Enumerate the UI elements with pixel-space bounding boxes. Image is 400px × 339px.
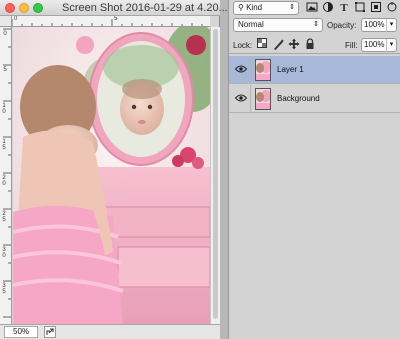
chevron-updown-icon: ⇕ — [313, 21, 319, 28]
photo-toddler-vanity — [13, 27, 210, 324]
horizontal-ruler[interactable]: 0 5 — [12, 16, 210, 27]
layer-filter-row: ⚲ Kind ⇕ T — [229, 0, 400, 16]
zoom-window-button[interactable] — [33, 3, 43, 13]
layer-thumbnail — [255, 88, 271, 110]
shape-filter-icon[interactable] — [353, 1, 367, 15]
layer-thumbnail — [255, 59, 271, 81]
image-canvas[interactable] — [13, 27, 210, 324]
fill-field[interactable]: 100% ▾ — [361, 38, 397, 53]
document-window: Screen Shot 2016-01-29 at 4.20... 0 5 0 … — [0, 0, 228, 339]
visibility-toggle[interactable] — [229, 85, 251, 113]
blend-mode-value: Normal — [238, 20, 264, 29]
lock-label: Lock: — [233, 41, 253, 50]
ruler-left-label: 2 0 — [2, 175, 6, 187]
layer-row-layer-1[interactable]: Layer 1 — [229, 56, 400, 84]
eye-icon — [235, 94, 247, 102]
chevron-down-icon[interactable]: ▾ — [386, 39, 396, 53]
opacity-field[interactable]: 100% ▾ — [361, 18, 397, 33]
eye-icon — [235, 65, 247, 73]
layer-kind-filter-label: Kind — [246, 3, 263, 12]
ruler-top-label: 5 — [114, 16, 118, 22]
ruler-top-label: 0 — [14, 16, 18, 22]
opacity-value: 100% — [364, 20, 385, 29]
lock-fill-row: Lock: Fill: 100% ▾ — [229, 36, 400, 54]
ruler-left-label: 2 5 — [2, 211, 6, 223]
lock-all-icon[interactable] — [303, 38, 317, 52]
document-title: Screen Shot 2016-01-29 at 4.20... — [62, 2, 228, 14]
document-statusbar: 50% — [0, 324, 220, 339]
adjustment-filter-icon[interactable] — [321, 1, 335, 15]
image-filter-icon[interactable] — [305, 1, 319, 15]
ruler-left-label: 1 0 — [2, 103, 6, 115]
ruler-left-label: 5 — [3, 67, 7, 73]
lock-image-pixels-icon[interactable] — [271, 38, 285, 52]
fill-label: Fill: — [345, 41, 358, 50]
fill-value: 100% — [364, 40, 385, 49]
blend-opacity-row: Normal ⇕ Opacity: 100% ▾ — [229, 17, 400, 35]
lock-transparent-pixels-icon[interactable] — [255, 38, 269, 52]
chevron-updown-icon: ⇕ — [289, 4, 295, 11]
close-window-button[interactable] — [5, 3, 15, 13]
filter-toggle-icon[interactable] — [385, 1, 399, 15]
visibility-toggle[interactable] — [229, 56, 251, 84]
horizontal-ruler-ticks — [12, 19, 203, 26]
lock-position-icon[interactable] — [287, 38, 301, 52]
layer-kind-filter[interactable]: ⚲ Kind ⇕ — [233, 1, 299, 15]
ruler-left-label: 3 0 — [2, 247, 6, 259]
zoom-level-field[interactable]: 50% — [4, 326, 38, 338]
vertical-ruler[interactable]: 0 5 1 0 1 5 2 0 2 5 3 0 3 5 — [0, 27, 12, 324]
opacity-label: Opacity: — [327, 21, 357, 30]
type-filter-icon[interactable]: T — [337, 1, 351, 15]
ruler-left-label: 3 5 — [2, 283, 6, 295]
search-icon: ⚲ — [238, 3, 244, 12]
layer-name[interactable]: Layer 1 — [277, 65, 304, 74]
layer-name[interactable]: Background — [277, 94, 320, 103]
ruler-left-label: 1 5 — [2, 139, 6, 151]
layer-row-background[interactable]: Background — [229, 85, 400, 113]
ruler-origin[interactable] — [0, 16, 12, 27]
vertical-scrollbar-thumb[interactable] — [213, 29, 218, 319]
vertical-scrollbar[interactable] — [210, 27, 220, 324]
ruler-left-label: 0 — [3, 31, 7, 37]
smart-object-filter-icon[interactable] — [369, 1, 383, 15]
layers-panel: ⚲ Kind ⇕ T Normal ⇕ Opacity: 100% ▾ Lock… — [228, 0, 400, 339]
export-icon[interactable] — [44, 326, 56, 338]
blend-mode-select[interactable]: Normal ⇕ — [233, 18, 323, 32]
document-titlebar[interactable]: Screen Shot 2016-01-29 at 4.20... — [0, 0, 228, 16]
chevron-down-icon[interactable]: ▾ — [386, 19, 396, 33]
minimize-window-button[interactable] — [19, 3, 29, 13]
